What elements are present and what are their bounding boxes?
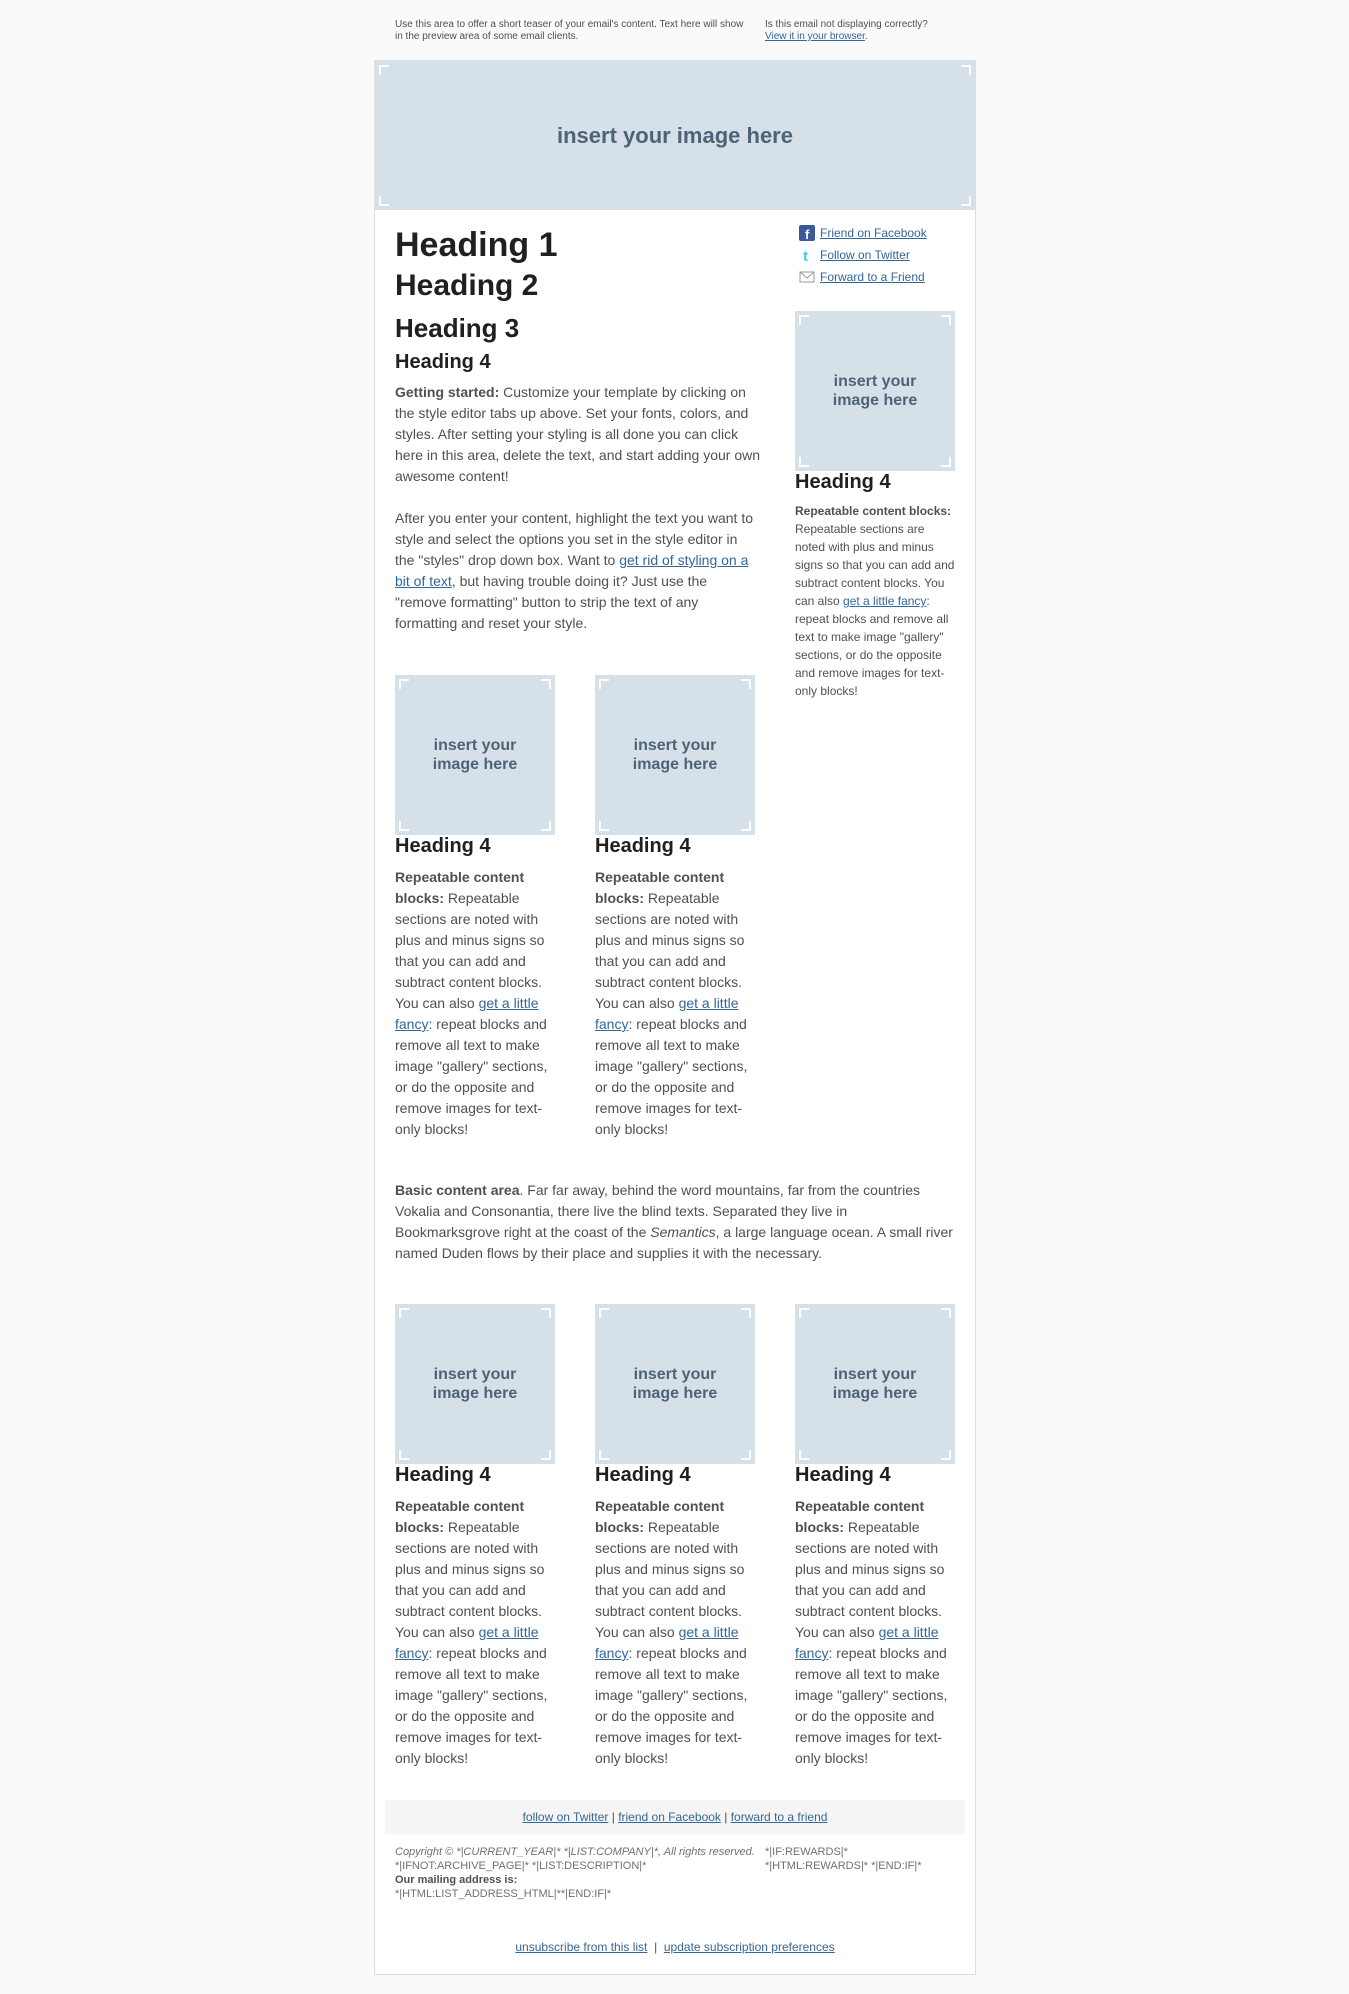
col-text: Repeatable content blocks: Repeatable se… (595, 1498, 748, 1766)
col-image-placeholder[interactable]: insert your image here (395, 675, 555, 835)
col-text: Repeatable content blocks: Repeatable se… (795, 1498, 948, 1766)
mailing-label: Our mailing address is: (395, 1874, 518, 1886)
svg-text:t: t (803, 248, 808, 263)
col-text: Repeatable content blocks: Repeatable se… (595, 869, 748, 1137)
col-text: Repeatable content blocks: Repeatable se… (395, 1498, 548, 1766)
preheader-teaser: Use this area to offer a short teaser of… (395, 19, 744, 42)
twitter-icon: t (799, 247, 815, 263)
forward-link[interactable]: Forward to a Friend (820, 270, 925, 284)
update-preferences-link[interactable]: update subscription preferences (664, 1940, 835, 1954)
get-fancy-link[interactable]: get a little fancy (843, 594, 926, 608)
getting-started-paragraph: Getting started: Customize your template… (395, 384, 761, 484)
archive-text: *|IFNOT:ARCHIVE_PAGE|* *|LIST:DESCRIPTIO… (395, 1860, 647, 1872)
footer-forward-link[interactable]: forward to a friend (731, 1810, 828, 1824)
col-heading: Heading 4 (595, 835, 691, 857)
sidebar-heading: Heading 4 (795, 471, 891, 493)
col-image-placeholder[interactable]: insert your image here (395, 1304, 555, 1464)
footer-copyright: Copyright © *|CURRENT_YEAR|* *|LIST:COMP… (395, 1845, 755, 1901)
facebook-link[interactable]: Friend on Facebook (820, 226, 927, 240)
header-image-text: insert your image here (557, 122, 793, 148)
facebook-icon: f (799, 225, 815, 241)
mailing-address: *|HTML:LIST_ADDRESS_HTML|**|END:IF|* (395, 1888, 612, 1900)
col-heading: Heading 4 (395, 1464, 491, 1486)
col-text: Repeatable content blocks: Repeatable se… (395, 869, 548, 1137)
col-heading: Heading 4 (395, 835, 491, 857)
heading-2: Heading 2 (395, 269, 539, 302)
browser-question: Is this email not displaying correctly? (765, 19, 928, 30)
col-image-placeholder[interactable]: insert your image here (795, 1304, 955, 1464)
heading-3: Heading 3 (395, 313, 520, 343)
heading-4: Heading 4 (395, 351, 491, 373)
preheader-browser: Is this email not displaying correctly? … (765, 19, 965, 43)
footer-facebook-link[interactable]: friend on Facebook (618, 1810, 721, 1824)
social-forward[interactable]: Forward to a Friend (799, 269, 925, 285)
col-heading: Heading 4 (795, 1464, 891, 1486)
envelope-icon (799, 269, 815, 285)
footer-twitter-link[interactable]: follow on Twitter (523, 1810, 609, 1824)
col-heading: Heading 4 (595, 1464, 691, 1486)
footer-rewards: *|IF:REWARDS|* *|HTML:REWARDS|* *|END:IF… (765, 1846, 922, 1872)
sidebar-text: Repeatable content blocks: Repeatable se… (795, 504, 955, 698)
basic-content-paragraph: Basic content area. Far far away, behind… (395, 1182, 953, 1261)
footer-social-bar: follow on Twitter | friend on Facebook |… (385, 1800, 965, 1834)
header-image-placeholder[interactable]: insert your image here (375, 61, 975, 210)
social-facebook[interactable]: f Friend on Facebook (799, 225, 927, 241)
sidebar-image-placeholder[interactable]: insert your image here (795, 311, 955, 471)
heading-1: Heading 1 (395, 226, 558, 264)
unsubscribe-link[interactable]: unsubscribe from this list (515, 1940, 647, 1954)
col-image-placeholder[interactable]: insert your image here (595, 1304, 755, 1464)
col-image-placeholder[interactable]: insert your image here (595, 675, 755, 835)
view-in-browser-link[interactable]: View it in your browser (765, 31, 865, 42)
footer-subscription-links: unsubscribe from this list | update subs… (515, 1940, 835, 1954)
social-twitter[interactable]: t Follow on Twitter (799, 247, 910, 263)
twitter-link[interactable]: Follow on Twitter (820, 248, 910, 262)
copyright-text: Copyright © *|CURRENT_YEAR|* *|LIST:COMP… (395, 1846, 755, 1858)
svg-text:f: f (805, 227, 810, 241)
styling-paragraph: After you enter your content, highlight … (395, 510, 753, 631)
